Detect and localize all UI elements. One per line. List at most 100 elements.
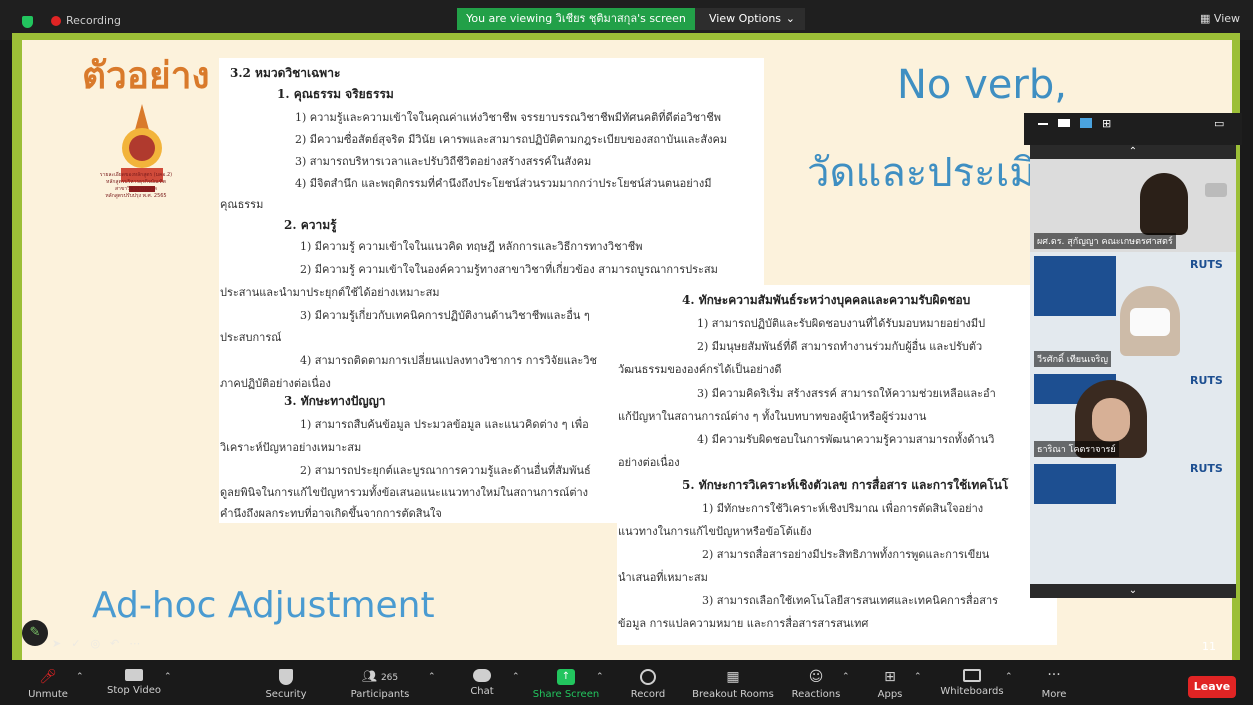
chevron-down-icon: ⌄	[785, 12, 795, 25]
participant-name: ธาริณา โคตราจารย์	[1034, 441, 1119, 457]
share-screen-chevron[interactable]: ⌃	[596, 672, 604, 682]
body-line: 3) สามารถเลือกใช้เทคโนโลยีสารสนเทศและเทค…	[702, 594, 999, 607]
section-heading: 5. ทักษะการวิเคราะห์เชิงตัวเลข การสื่อสา…	[682, 478, 1009, 492]
audio-options-chevron[interactable]: ⌃	[76, 672, 84, 682]
chevron-down-icon: ⌄	[1128, 585, 1138, 596]
heading-no-verb: No verb,	[897, 62, 1067, 108]
page-number: 11	[1202, 640, 1216, 653]
strip-icon[interactable]	[1058, 119, 1070, 127]
speaker-view-icon[interactable]	[1080, 118, 1092, 128]
body-line: 2) สามารถสื่อสารอย่างมีประสิทธิภาพทั้งกา…	[702, 548, 990, 561]
shield-icon[interactable]	[22, 16, 33, 28]
logo-caption-line: สาขาวิชาการตลาด	[115, 186, 157, 192]
video-camera-icon	[125, 669, 143, 681]
apps-button[interactable]: ⊞ Apps	[854, 660, 926, 705]
video-tile[interactable]: RUTS วีรศักดิ์ เทียนเจริญ	[1030, 252, 1236, 370]
shield-icon	[279, 669, 293, 685]
share-screen-button[interactable]: ↑ Share Screen	[530, 660, 602, 705]
logo-caption-line: หลักสูตรปรับปรุง พ.ศ. 2565	[105, 193, 167, 199]
body-line: ดูลยพินิจในการแก้ไขปัญหารวมทั้งข้อเสนอแน…	[220, 486, 589, 499]
breakout-rooms-button[interactable]: ▦ Breakout Rooms	[690, 660, 776, 705]
more-icon[interactable]: ⋯	[129, 637, 150, 650]
face-mask	[1130, 308, 1170, 336]
unmute-button[interactable]: 🎤︎ Unmute	[12, 660, 84, 705]
video-scroll-up[interactable]: ⌃	[1030, 145, 1236, 159]
reactions-icon: ☺	[808, 669, 824, 685]
body-line: นำเสนอที่เหมาะสม	[618, 571, 708, 584]
participants-chevron[interactable]: ⌃	[428, 672, 436, 682]
body-line: วิเคราะห์ปัญหาอย่างเหมาะสม	[220, 441, 362, 454]
minimize-icon[interactable]	[1038, 123, 1048, 125]
body-line: ประสานและนำมาประยุกต์ใช้ได้อย่างเหมาะสม	[220, 286, 440, 299]
video-options-chevron[interactable]: ⌃	[164, 672, 172, 682]
chat-button[interactable]: Chat	[446, 660, 518, 705]
meeting-toolbar: 🎤︎ Unmute ⌃ Stop Video ⌃ Security 👥︎ 265…	[0, 660, 1253, 705]
slide-title: ตัวอย่าง	[82, 53, 210, 97]
draw-icon[interactable]: ✓	[71, 637, 90, 650]
whiteboards-chevron[interactable]: ⌃	[1005, 672, 1013, 682]
reactions-chevron[interactable]: ⌃	[842, 672, 850, 682]
section-heading: 3. ทักษะทางปัญญา	[284, 394, 386, 408]
wall-logo	[1205, 183, 1227, 197]
video-panel-header: ⊞ ▭	[1024, 113, 1242, 145]
body-line: 2) มีมนุษยสัมพันธ์ที่ดี สามารถทำงานร่วมก…	[697, 340, 983, 353]
undo-icon[interactable]: ↶	[110, 637, 129, 650]
participants-button[interactable]: 👥︎ 265 Participants	[340, 660, 420, 705]
view-options-button[interactable]: View Options ⌄	[695, 8, 805, 30]
record-button[interactable]: Record	[612, 660, 684, 705]
stamp-icon[interactable]: ◎	[90, 637, 110, 650]
video-tile[interactable]: RUTS ธาริณา โคตราจารย์	[1030, 370, 1236, 460]
body-line: 4) มีความรับผิดชอบในการพัฒนาความรู้ความส…	[697, 433, 995, 446]
reactions-button[interactable]: ☺ Reactions	[780, 660, 852, 705]
participants-icon: 👥︎ 265	[361, 669, 399, 683]
pop-out-icon[interactable]: ▭	[1214, 117, 1224, 130]
logo-caption-line: รายละเอียดของหลักสูตร (มคอ.2)	[99, 172, 173, 178]
body-line: 3) สามารถบริหารเวลาและปรับวิถีชีวิตอย่าง…	[295, 155, 592, 168]
chat-chevron[interactable]: ⌃	[512, 672, 520, 682]
ruts-badge: RUTS	[1190, 462, 1223, 475]
viewing-banner: You are viewing วิเชียร ชุติมาสกุล's scr…	[457, 8, 695, 30]
gallery-view-icon[interactable]: ⊞	[1102, 117, 1111, 130]
ruts-badge: RUTS	[1190, 258, 1223, 271]
body-line: วัฒนธรรมขององค์กรได้เป็นอย่างดี	[618, 363, 782, 376]
body-line: 2) มีความรู้ ความเข้าใจในองค์ความรู้ทางส…	[300, 263, 718, 276]
annotation-pen-icon[interactable]: ✎	[22, 620, 48, 646]
apps-label: Apps	[877, 689, 903, 700]
body-line: 4) มีจิตสำนึก และพฤติกรรมที่คำนึงถึงประโ…	[295, 177, 712, 190]
participant-name: วีรศักดิ์ เทียนเจริญ	[1034, 351, 1112, 367]
body-line: 1) ความรู้และความเข้าใจในคุณค่าแห่งวิชาช…	[295, 111, 721, 124]
participant-avatar	[1140, 173, 1188, 235]
breakout-rooms-icon: ▦	[726, 669, 740, 685]
annotation-toolbar[interactable]: ➤✓◎↶⋯	[52, 637, 212, 653]
leave-button[interactable]: Leave	[1188, 676, 1236, 698]
breakout-rooms-label: Breakout Rooms	[692, 689, 774, 700]
apps-chevron[interactable]: ⌃	[914, 672, 922, 682]
whiteboards-label: Whiteboards	[940, 686, 1004, 697]
video-tile[interactable]: RUTS	[1030, 460, 1236, 584]
stop-video-label: Stop Video	[107, 685, 161, 696]
body-line: ข้อมูล การแปลความหมาย และการสื่อสารสารสน…	[618, 617, 869, 630]
video-tile[interactable]: ผศ.ดร. สุกัญญา คณะเกษตรศาสตร์	[1030, 159, 1236, 252]
slide-thumbnail	[1034, 256, 1116, 316]
security-button[interactable]: Security	[250, 660, 322, 705]
stop-video-button[interactable]: Stop Video	[98, 660, 170, 705]
video-scroll-down[interactable]: ⌄	[1030, 584, 1236, 598]
body-line: 2) มีความซื่อสัตย์สุจริต มีวินัย เคารพแล…	[295, 133, 728, 146]
body-line: 3) มีความรู้เกี่ยวกับเทคนิคการปฏิบัติงาน…	[300, 309, 590, 322]
unmute-label: Unmute	[28, 689, 68, 700]
cursor-icon[interactable]: ➤	[52, 637, 71, 650]
muted-mic-icon: 🎤︎	[39, 669, 57, 685]
body-line: 1) สามารถสืบค้นข้อมูล ประมวลข้อมูล และแน…	[300, 418, 589, 431]
share-screen-label: Share Screen	[532, 689, 600, 700]
whiteboard-icon	[963, 669, 981, 682]
body-line: แนวทางในการแก้ไขปัญหาหรือข้อโต้แย้ง	[618, 525, 812, 538]
body-line: 3) มีความคิดริเริ่ม สร้างสรรค์ สามารถให้…	[697, 387, 996, 400]
more-button[interactable]: ··· More	[1018, 660, 1090, 705]
body-line: ประสบการณ์	[220, 331, 282, 344]
whiteboards-button[interactable]: Whiteboards	[932, 660, 1012, 705]
view-label: View	[1213, 12, 1241, 25]
view-button[interactable]: ▦ View	[1200, 12, 1240, 25]
participant-face	[1092, 398, 1130, 442]
security-label: Security	[265, 689, 307, 700]
body-line: 1) สามารถปฏิบัติและรับผิดชอบงานที่ได้รับ…	[697, 317, 986, 330]
